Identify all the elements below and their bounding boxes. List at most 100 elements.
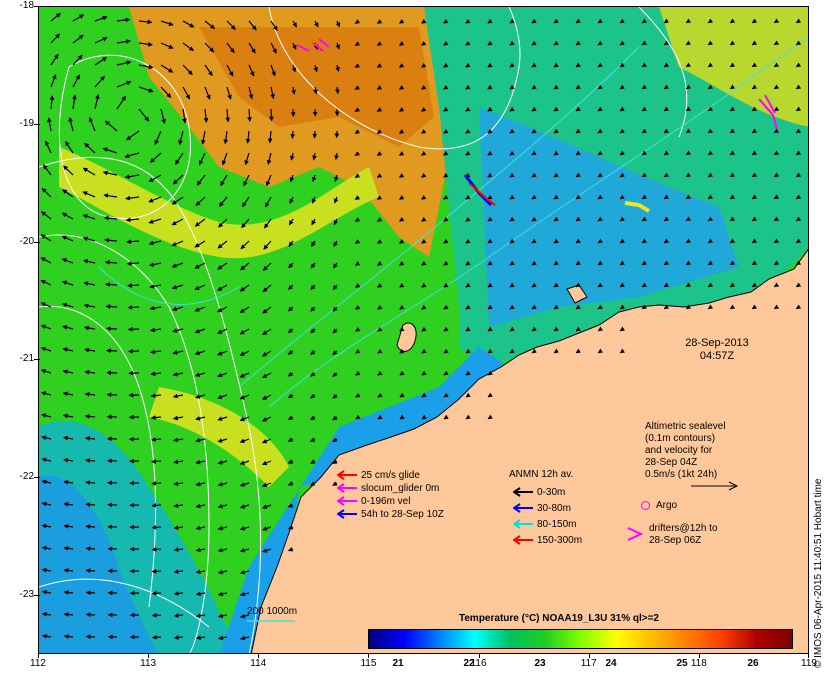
- velocity-arrow: [290, 130, 296, 139]
- velocity-arrow: [85, 612, 96, 618]
- drifters-label-2: 28-Sep 06Z: [649, 535, 702, 546]
- velocity-arrow: [85, 568, 96, 574]
- magenta-arrow-icon: [337, 496, 357, 507]
- colorbar-tick-label: 22: [463, 658, 475, 669]
- timestamp-date: 28-Sep-2013: [685, 337, 749, 349]
- velocity-arrow: [105, 304, 118, 309]
- velocity-arrow: [85, 546, 96, 552]
- velocity-arrow: [247, 108, 252, 122]
- anmn-legend-label-3: 80-150m: [537, 519, 577, 530]
- velocity-arrow: [105, 282, 118, 287]
- glider-legend-label-1: 25 cm/s glide: [361, 470, 420, 481]
- credit-text: © IMOS 06-Apr-2015 11:40:51 Hobart time: [813, 478, 824, 669]
- velocity-arrow: [106, 348, 118, 354]
- colorbar-tick-label: 23: [534, 658, 546, 669]
- velocity-arrow: [127, 283, 140, 288]
- glider-legend-label-4: 54h to 28-Sep 10Z: [361, 509, 444, 520]
- anmn-legend-label-2: 30-80m: [537, 503, 571, 514]
- altimetry-line-4: 28-Sep 04Z: [645, 457, 698, 468]
- glider-legend-row-2: slocum_glider 0m: [337, 482, 439, 495]
- lon-tick-mark: [368, 653, 370, 658]
- blue-arrow-icon: [513, 503, 533, 514]
- velocity-arrow: [105, 326, 118, 332]
- altimetry-line-5: 0.5m/s (1kt 24h): [645, 469, 718, 480]
- lon-tick-label: 112: [30, 658, 46, 669]
- timestamp: 28-Sep-2013 04:57Z: [669, 337, 765, 363]
- lon-tick-label: 113: [140, 658, 157, 669]
- glider-legend-label-3: 0-196m vel: [361, 496, 411, 507]
- black-arrow-icon: [513, 487, 533, 498]
- argo-circle-icon: [641, 500, 650, 510]
- velocity-arrow: [85, 634, 96, 640]
- lat-tick-mark: [34, 359, 40, 361]
- map-canvas: [39, 7, 808, 653]
- altimetry-line-1: Altimetric sealevel: [645, 421, 726, 432]
- timestamp-time: 04:57Z: [699, 350, 735, 362]
- glider-legend-row-3: 0-196m vel: [337, 495, 410, 508]
- lat-tick-label: -18: [19, 0, 34, 11]
- velocity-arrow: [151, 503, 162, 508]
- sst-map[interactable]: 28-Sep-2013 04:57Z Altimetric sealevel (…: [38, 6, 809, 654]
- lon-tick-mark: [148, 653, 150, 658]
- lat-tick-mark: [34, 595, 40, 597]
- lat-tick-mark: [34, 477, 40, 479]
- scale-arrow-icon: [691, 481, 739, 491]
- velocity-arrow: [85, 524, 96, 529]
- velocity-arrow: [151, 634, 162, 640]
- anmn-legend-row-1: 0-30m: [513, 486, 565, 499]
- colorbar-tick-label: 25: [676, 658, 688, 669]
- lat-tick-label: -21: [19, 353, 34, 365]
- lon-tick-mark: [258, 653, 260, 658]
- drifters-label-1: drifters@12h to: [649, 523, 718, 534]
- velocity-arrow: [269, 108, 274, 122]
- velocity-arrow: [127, 304, 140, 310]
- glider-legend-row-1: 25 cm/s glide: [337, 469, 420, 482]
- colorbar-title: Temperature (°C) NOAA19_L3U 31% ql>=2: [459, 613, 659, 624]
- anmn-legend-row-3: 80-150m: [513, 518, 576, 531]
- velocity-arrow: [151, 568, 162, 574]
- lat-tick-mark: [34, 241, 40, 243]
- lon-tick-label: 115: [360, 658, 377, 669]
- velocity-arrow: [151, 590, 162, 596]
- velocity-arrow: [151, 524, 162, 530]
- velocity-arrow: [151, 481, 162, 486]
- lon-tick-mark: [588, 653, 590, 658]
- velocity-arrow: [312, 130, 318, 139]
- red-arrow-icon: [337, 470, 357, 481]
- lon-tick-label: 114: [250, 658, 267, 669]
- lat-tick-mark: [34, 6, 40, 7]
- velocity-arrow: [85, 502, 96, 507]
- magenta-arrow-icon: [337, 483, 357, 494]
- glider-legend-label-2: slocum_glider 0m: [361, 483, 440, 494]
- glider-legend-row-4: 54h to 28-Sep 10Z: [337, 508, 444, 521]
- lat-tick-label: -19: [19, 117, 34, 129]
- colorbar-tick-label: 26: [747, 658, 759, 669]
- red-arrow-icon: [513, 535, 533, 546]
- velocity-arrow: [151, 459, 162, 464]
- colorbar-tick-label: 24: [605, 658, 617, 669]
- cyan-arrow-icon: [513, 519, 533, 530]
- anmn-legend-label-1: 0-30m: [537, 487, 566, 498]
- velocity-arrow: [126, 261, 140, 266]
- velocity-arrow: [151, 546, 162, 552]
- anmn-legend-row-4: 150-300m: [513, 534, 582, 547]
- drifter-chevron-icon: [627, 527, 643, 541]
- blue-arrow-icon: [337, 509, 357, 520]
- colorbar: [368, 629, 793, 649]
- anmn-legend-row-2: 30-80m: [513, 502, 571, 515]
- argo-label: Argo: [656, 500, 678, 511]
- lon-tick-mark: [38, 653, 39, 658]
- anmn-legend-title: ANMN 12h av.: [509, 469, 574, 480]
- bathymetry-label: 200 1000m: [247, 606, 298, 617]
- anmn-legend-label-4: 150-300m: [537, 535, 583, 546]
- velocity-arrow: [85, 590, 96, 596]
- lat-tick-label: -23: [19, 589, 34, 601]
- altimetry-line-2: (0.1m contours): [645, 433, 716, 444]
- colorbar-tick-label: 21: [392, 658, 404, 669]
- velocity-arrow: [151, 612, 162, 618]
- lon-tick-mark: [698, 653, 700, 658]
- altimetry-note: Altimetric sealevel (0.1m contours) and …: [645, 421, 726, 481]
- argo-legend: Argo: [641, 499, 677, 512]
- lat-tick-label: -22: [19, 471, 34, 483]
- lat-tick-label: -20: [19, 235, 34, 247]
